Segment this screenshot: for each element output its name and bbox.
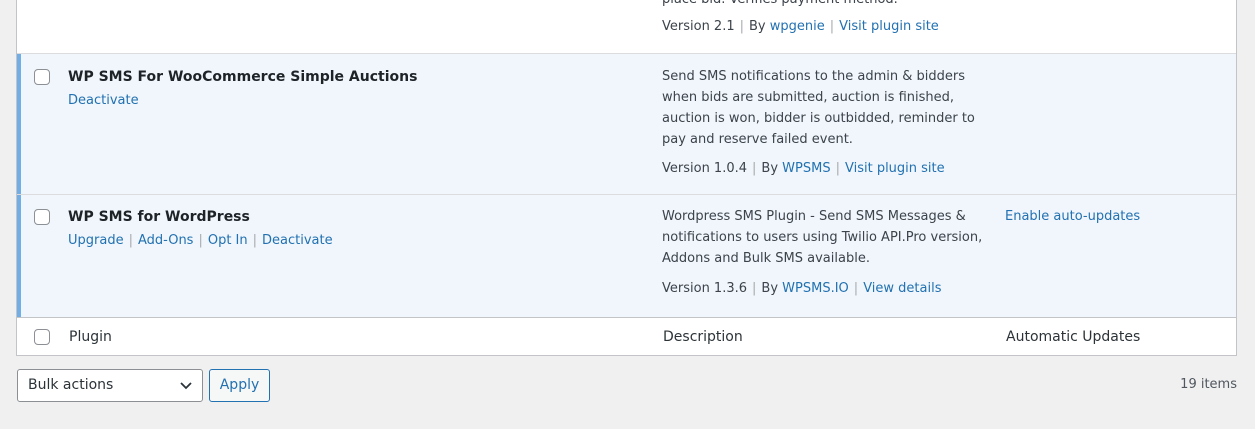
plugin-meta: Version 2.1 | By wpgenie | Visit plugin site xyxy=(662,19,939,34)
chevron-down-icon xyxy=(180,382,192,390)
apply-button[interactable]: Apply xyxy=(209,369,270,402)
plugin-select-checkbox[interactable] xyxy=(34,69,50,85)
plugin-description: Send SMS notifications to the admin & bi… xyxy=(662,66,992,150)
column-header-plugin[interactable]: Plugin xyxy=(69,329,112,345)
description-line: Addons and Bulk SMS available. xyxy=(662,251,870,266)
by-label: By xyxy=(749,19,766,34)
plugin-actions: Deactivate xyxy=(68,93,139,108)
description-line: auction is won, bidder is outbidded, rem… xyxy=(662,111,975,126)
enable-auto-updates-link[interactable]: Enable auto-updates xyxy=(1005,209,1140,224)
plugin-name: WP SMS for WordPress xyxy=(68,209,250,225)
plugin-select-checkbox[interactable] xyxy=(34,209,50,225)
add-ons-link[interactable]: Add-Ons xyxy=(138,233,193,248)
plugin-version: Version 1.3.6 xyxy=(662,281,748,296)
item-count: 19 items xyxy=(1180,377,1237,392)
plugin-description: Wordpress SMS Plugin - Send SMS Messages… xyxy=(662,206,992,269)
plugin-version: Version 2.1 xyxy=(662,19,735,34)
description-line: place bid. Verifies payment method. xyxy=(662,0,992,10)
opt-in-link[interactable]: Opt In xyxy=(208,233,248,248)
plugin-version: Version 1.0.4 xyxy=(662,161,748,176)
column-header-description: Description xyxy=(663,329,743,345)
column-header-automatic-updates: Automatic Updates xyxy=(1006,329,1141,345)
description-line: pay and reserve failed event. xyxy=(662,132,853,147)
by-label: By xyxy=(761,161,779,176)
visit-plugin-site-link[interactable]: Visit plugin site xyxy=(845,161,945,176)
plugin-row-wp-sms-woocommerce-auctions: WP SMS For WooCommerce Simple Auctions D… xyxy=(17,54,1236,195)
plugin-meta: Version 1.0.4 | By WPSMS | Visit plugin site xyxy=(662,161,945,176)
deactivate-link[interactable]: Deactivate xyxy=(262,233,333,248)
by-label: By xyxy=(761,281,779,296)
description-line: when bids are submitted, auction is fini… xyxy=(662,90,955,105)
view-details-link[interactable]: View details xyxy=(863,281,941,296)
bulk-actions-select[interactable]: Bulk actions xyxy=(17,369,203,402)
description-line: Wordpress SMS Plugin - Send SMS Messages… xyxy=(662,209,966,224)
author-link[interactable]: WPSMS xyxy=(782,161,830,176)
author-link[interactable]: WPSMS.IO xyxy=(782,281,849,296)
select-all-checkbox[interactable] xyxy=(34,329,50,345)
author-link[interactable]: wpgenie xyxy=(770,19,825,34)
plugins-table: place bid. Verifies payment method. Vers… xyxy=(16,0,1237,356)
visit-plugin-site-link[interactable]: Visit plugin site xyxy=(839,19,939,34)
deactivate-link[interactable]: Deactivate xyxy=(68,93,139,108)
description-line: notifications to users using Twilio API.… xyxy=(662,230,983,245)
plugin-meta: Version 1.3.6 | By WPSMS.IO | View details xyxy=(662,281,942,296)
plugin-row-wp-sms-for-wordpress: WP SMS for WordPress Upgrade | Add-Ons | Opt… xyxy=(17,195,1236,317)
table-footer-header: Plugin Description Automatic Updates xyxy=(17,317,1236,355)
upgrade-link[interactable]: Upgrade xyxy=(68,233,124,248)
plugin-description: place bid. Verifies payment method. xyxy=(662,0,992,10)
plugin-name: WP SMS For WooCommerce Simple Auctions xyxy=(68,69,418,85)
bulk-actions-selected-value: Bulk actions xyxy=(28,377,114,393)
description-line: Send SMS notifications to the admin & bi… xyxy=(662,69,966,84)
plugin-actions: Upgrade | Add-Ons | Opt In | Deactivate xyxy=(68,233,333,248)
plugin-row-wpgenie: place bid. Verifies payment method. Vers… xyxy=(17,0,1236,54)
